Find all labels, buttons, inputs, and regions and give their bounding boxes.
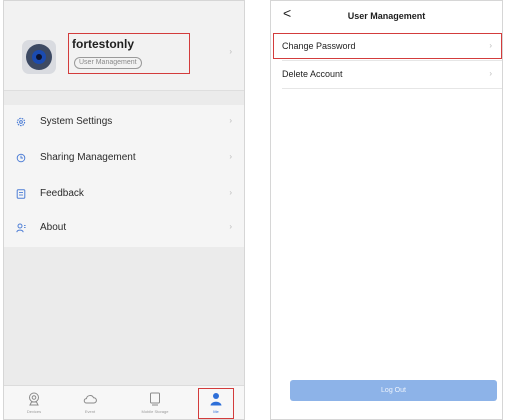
cloud-icon	[83, 395, 97, 404]
tab-mobile-storage[interactable]: Mobile Storage	[131, 386, 179, 419]
share-icon	[16, 153, 26, 163]
active-tab-highlight-box	[198, 388, 234, 419]
page-title: User Management	[347, 11, 426, 21]
chevron-right-icon: ›	[229, 188, 232, 197]
storage-icon	[150, 392, 160, 406]
row-divider	[282, 88, 502, 89]
tab-devices[interactable]: Devices	[10, 386, 58, 419]
chevron-right-icon: ›	[489, 69, 492, 78]
camera-icon	[29, 392, 39, 406]
logout-button[interactable]: Log Out	[290, 380, 497, 401]
bottom-tab-bar: Devices Event Mobile Storage Me	[4, 385, 244, 419]
chevron-right-icon: ›	[229, 222, 232, 231]
chevron-right-icon: ›	[229, 47, 232, 56]
menu-item-label: System Settings	[40, 116, 113, 127]
menu-item-system-settings[interactable]: System Settings ›	[4, 105, 244, 139]
tab-label: Mobile Storage	[141, 409, 169, 414]
menu-item-feedback[interactable]: Feedback ›	[4, 177, 244, 211]
menu-item-label: Sharing Management	[40, 152, 136, 163]
menu-item-label: About	[40, 222, 67, 233]
tab-event[interactable]: Event	[66, 386, 114, 419]
chevron-right-icon: ›	[229, 152, 232, 161]
tab-label: Devices	[26, 409, 42, 414]
camera-lens-icon	[22, 40, 56, 74]
menu-item-about[interactable]: About ›	[4, 211, 244, 245]
settings-menu: System Settings › Sharing Management › F…	[4, 105, 244, 247]
tab-label: Event	[84, 409, 96, 414]
row-label: Delete Account	[282, 69, 343, 79]
person-icon	[16, 223, 26, 233]
me-screen: fortestonly User Management › System Set…	[3, 0, 245, 420]
menu-item-label: Feedback	[40, 188, 84, 199]
profile-card[interactable]: fortestonly User Management ›	[4, 1, 244, 91]
menu-item-sharing-management[interactable]: Sharing Management ›	[4, 141, 244, 175]
navigation-bar: < User Management	[271, 1, 502, 33]
chevron-right-icon: ›	[229, 116, 232, 125]
user-management-screen: < User Management Change Password › Dele…	[270, 0, 503, 420]
change-password-highlight-box	[273, 33, 502, 59]
profile-highlight-box	[68, 33, 190, 74]
gear-icon	[16, 117, 26, 127]
delete-account-row[interactable]: Delete Account ›	[271, 61, 502, 87]
feedback-icon	[16, 189, 26, 199]
